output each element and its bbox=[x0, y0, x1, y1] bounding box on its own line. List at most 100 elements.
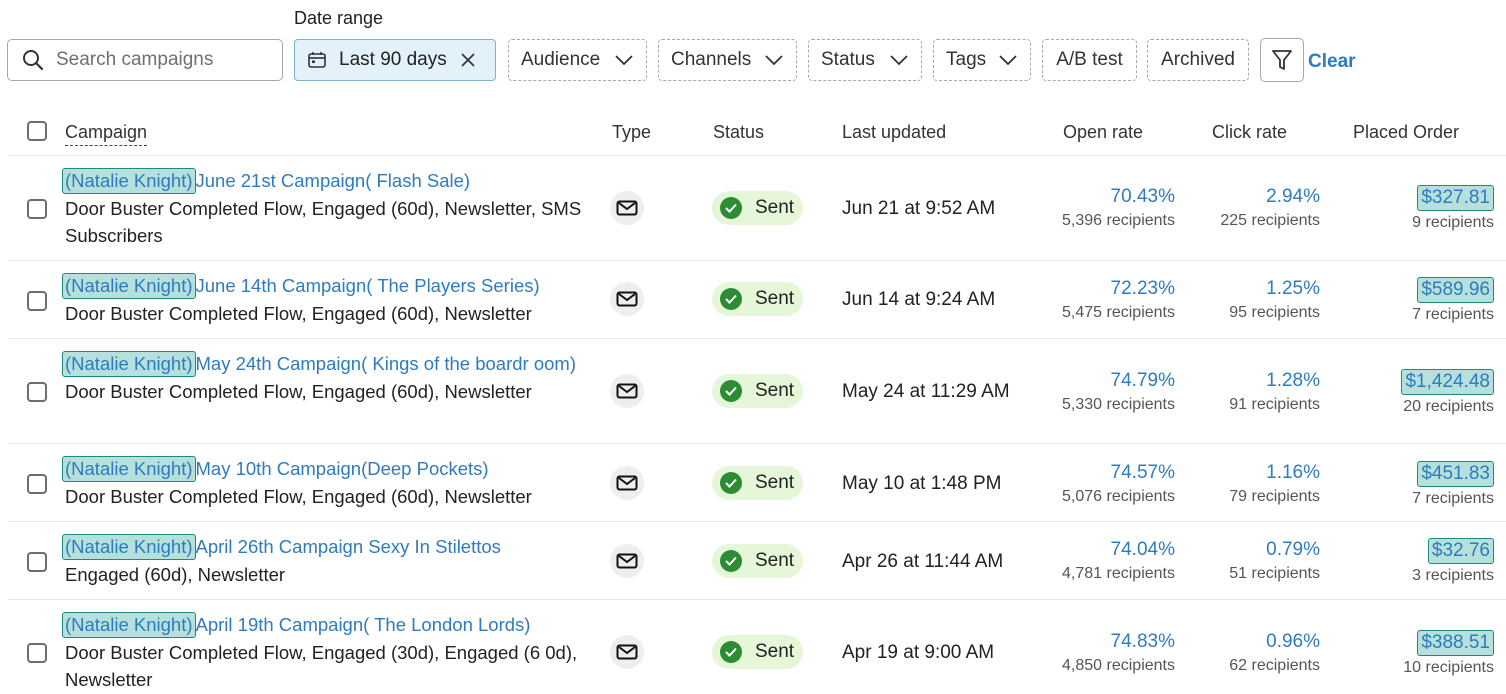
header-type: Type bbox=[612, 122, 652, 142]
divider bbox=[8, 155, 1506, 156]
open-rate[interactable]: 74.83% bbox=[1062, 630, 1175, 654]
open-rate[interactable]: 74.57% bbox=[1062, 461, 1175, 485]
order-value[interactable]: $589.96 bbox=[1417, 277, 1494, 303]
search-input[interactable]: Search campaigns bbox=[7, 39, 283, 81]
owner-tag: (Natalie Knight) bbox=[62, 612, 196, 638]
chevron-down-icon bbox=[764, 50, 784, 70]
select-all-checkbox[interactable] bbox=[27, 121, 47, 141]
campaign-link[interactable]: May 24th Campaign( Kings of the boardr o… bbox=[196, 353, 576, 374]
divider bbox=[8, 443, 1506, 444]
date-range-filter[interactable]: Last 90 days bbox=[294, 39, 496, 81]
order-value[interactable]: $451.83 bbox=[1417, 461, 1494, 487]
header-open-rate[interactable]: Open rate bbox=[1063, 122, 1143, 143]
status-text: Sent bbox=[755, 641, 795, 662]
check-icon bbox=[720, 380, 742, 402]
owner-tag: (Natalie Knight) bbox=[62, 168, 196, 194]
check-icon bbox=[720, 288, 742, 310]
archived-filter[interactable]: Archived bbox=[1147, 39, 1249, 81]
row-checkbox[interactable] bbox=[27, 552, 47, 572]
click-rate[interactable]: 1.16% bbox=[1229, 461, 1320, 485]
click-recipients: 62 recipients bbox=[1229, 657, 1320, 674]
email-type-icon bbox=[610, 191, 644, 225]
filter-button[interactable] bbox=[1260, 38, 1304, 82]
click-rate-cell: 1.28% 91 recipients bbox=[1229, 369, 1320, 417]
campaign-audiences: Door Buster Completed Flow, Engaged (60d… bbox=[65, 380, 532, 402]
placed-order-cell: $388.51 10 recipients bbox=[1403, 630, 1494, 680]
order-recipients: 10 recipients bbox=[1403, 659, 1494, 676]
header-last-updated[interactable]: Last updated bbox=[842, 122, 946, 143]
header-placed-order[interactable]: Placed Order bbox=[1353, 122, 1459, 143]
ab-test-filter[interactable]: A/B test bbox=[1042, 39, 1137, 81]
channels-label: Channels bbox=[671, 49, 752, 70]
status-badge: Sent bbox=[712, 374, 803, 408]
campaign-cell: (Natalie Knight) April 19th Campaign( The… bbox=[62, 611, 585, 694]
row-checkbox[interactable] bbox=[27, 382, 47, 402]
status-badge: Sent bbox=[712, 635, 803, 669]
click-recipients: 79 recipients bbox=[1229, 488, 1320, 505]
owner-tag: (Natalie Knight) bbox=[62, 351, 196, 377]
tags-filter[interactable]: Tags bbox=[933, 39, 1031, 81]
status-text: Sent bbox=[755, 197, 795, 218]
open-rate[interactable]: 74.79% bbox=[1062, 369, 1175, 393]
email-type-icon bbox=[610, 635, 644, 669]
open-rate-cell: 74.57% 5,076 recipients bbox=[1062, 461, 1175, 509]
row-checkbox[interactable] bbox=[27, 291, 47, 311]
divider bbox=[8, 260, 1506, 261]
status-filter[interactable]: Status bbox=[808, 39, 922, 81]
open-recipients: 5,475 recipients bbox=[1062, 304, 1175, 321]
row-checkbox[interactable] bbox=[27, 474, 47, 494]
click-rate[interactable]: 0.79% bbox=[1229, 538, 1320, 562]
order-value[interactable]: $327.81 bbox=[1417, 185, 1494, 211]
order-recipients: 3 recipients bbox=[1412, 567, 1494, 584]
campaign-link[interactable]: June 14th Campaign( The Players Series) bbox=[196, 275, 540, 296]
clear-button[interactable]: Clear bbox=[1308, 51, 1356, 73]
click-rate[interactable]: 1.28% bbox=[1229, 369, 1320, 393]
header-click-rate[interactable]: Click rate bbox=[1212, 122, 1287, 143]
open-recipients: 5,396 recipients bbox=[1062, 212, 1175, 229]
click-rate[interactable]: 1.25% bbox=[1229, 277, 1320, 301]
divider bbox=[8, 338, 1506, 339]
open-rate-cell: 74.79% 5,330 recipients bbox=[1062, 369, 1175, 417]
chevron-down-icon bbox=[614, 50, 634, 70]
chevron-down-icon bbox=[998, 50, 1018, 70]
audience-filter[interactable]: Audience bbox=[508, 39, 647, 81]
campaign-link[interactable]: April 26th Campaign Sexy In Stilettos bbox=[196, 536, 501, 557]
owner-tag: (Natalie Knight) bbox=[62, 273, 196, 299]
click-rate[interactable]: 0.96% bbox=[1229, 630, 1320, 654]
order-value[interactable]: $388.51 bbox=[1417, 630, 1494, 656]
click-rate[interactable]: 2.94% bbox=[1220, 185, 1320, 209]
ab-test-label: A/B test bbox=[1056, 49, 1123, 70]
status-badge: Sent bbox=[712, 544, 803, 578]
open-rate[interactable]: 74.04% bbox=[1062, 538, 1175, 562]
channels-filter[interactable]: Channels bbox=[658, 39, 797, 81]
last-updated: Jun 21 at 9:52 AM bbox=[842, 198, 996, 219]
order-recipients: 20 recipients bbox=[1403, 398, 1494, 415]
campaign-audiences: Door Buster Completed Flow, Engaged (60d… bbox=[65, 302, 532, 324]
divider bbox=[8, 521, 1506, 522]
open-recipients: 4,781 recipients bbox=[1062, 565, 1175, 582]
filter-icon bbox=[1272, 50, 1292, 70]
status-badge: Sent bbox=[712, 282, 803, 316]
email-type-icon bbox=[610, 282, 644, 316]
calendar-icon bbox=[308, 52, 326, 68]
date-range-label: Date range bbox=[294, 8, 384, 28]
placed-order-cell: $327.81 9 recipients bbox=[1412, 185, 1494, 235]
campaign-link[interactable]: May 10th Campaign(Deep Pockets) bbox=[196, 458, 489, 479]
campaign-link[interactable]: June 21st Campaign( Flash Sale) bbox=[196, 170, 471, 191]
close-icon[interactable] bbox=[460, 52, 476, 68]
last-updated: Apr 19 at 9:00 AM bbox=[842, 642, 995, 663]
campaign-audiences: Door Buster Completed Flow, Engaged (60d… bbox=[65, 197, 582, 247]
header-campaign[interactable]: Campaign bbox=[65, 122, 148, 146]
order-value[interactable]: $1,424.48 bbox=[1401, 369, 1494, 395]
campaign-cell: (Natalie Knight) June 14th Campaign( The … bbox=[62, 272, 585, 327]
click-rate-cell: 2.94% 225 recipients bbox=[1220, 185, 1320, 233]
row-checkbox[interactable] bbox=[27, 199, 47, 219]
open-rate[interactable]: 72.23% bbox=[1062, 277, 1175, 301]
order-value[interactable]: $32.76 bbox=[1427, 538, 1494, 564]
campaign-link[interactable]: April 19th Campaign( The London Lords) bbox=[196, 614, 531, 635]
campaign-cell: (Natalie Knight) May 24th Campaign( Kings… bbox=[62, 350, 585, 405]
owner-tag: (Natalie Knight) bbox=[62, 456, 196, 482]
open-rate[interactable]: 70.43% bbox=[1062, 185, 1175, 209]
row-checkbox[interactable] bbox=[27, 643, 47, 663]
campaign-cell: (Natalie Knight) June 21st Campaign( Flas… bbox=[62, 167, 585, 250]
